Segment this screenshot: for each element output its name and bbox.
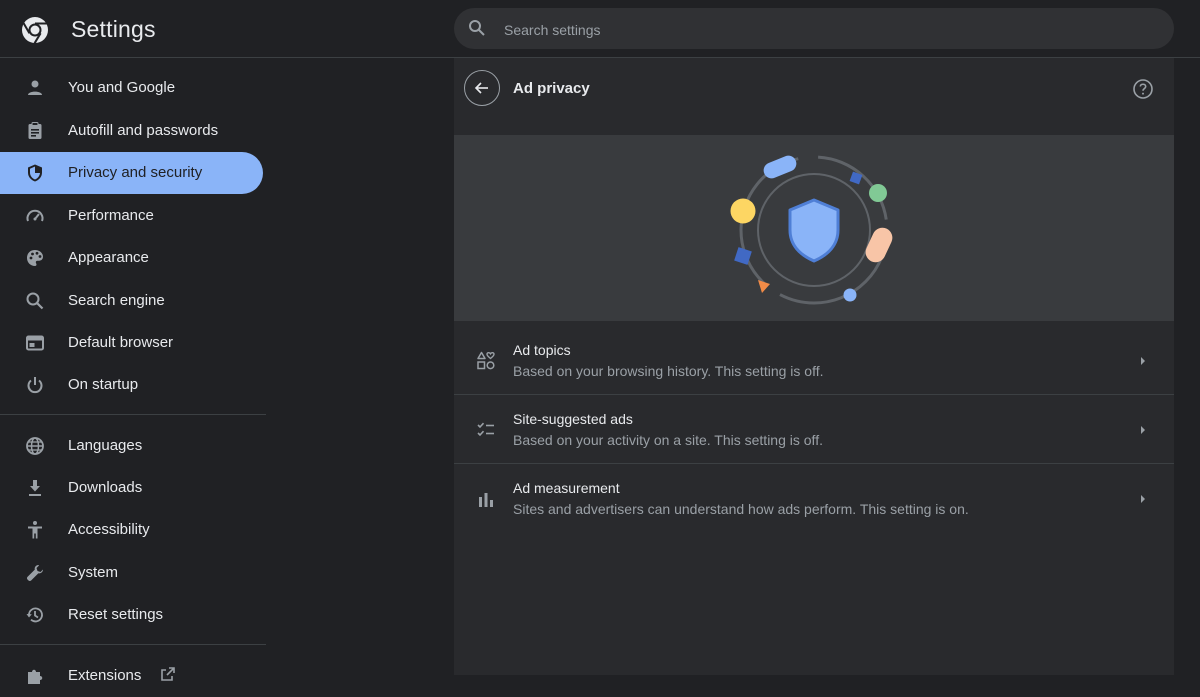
help-icon[interactable] [1132,78,1154,100]
ad-measurement-row[interactable]: Ad measurement Sites and advertisers can… [454,465,1174,533]
row-title: Site-suggested ads [513,411,633,427]
search-icon [26,292,44,310]
sidebar-divider [0,414,266,415]
sidebar-item-label: Autofill and passwords [68,122,219,139]
wrench-icon [26,565,43,582]
sidebar-item-label: You and Google [68,79,176,96]
header: Settings [0,0,1200,58]
speedometer-icon [26,209,44,222]
row-title: Ad topics [513,342,571,358]
sidebar-item-extensions[interactable]: Extensions [0,655,263,697]
chevron-right-icon [1141,495,1145,503]
sidebar-item-label: Search engine [68,292,165,309]
sidebar-divider [0,644,266,645]
sidebar-item-performance[interactable]: Performance [0,195,263,237]
row-subtitle: Based on your browsing history. This set… [513,363,824,379]
sidebar: You and Google Autofill and passwords Pr… [0,58,270,684]
shield-icon [28,164,42,182]
browser-window-icon [26,335,44,351]
power-icon [27,377,43,394]
row-subtitle: Sites and advertisers can understand how… [513,501,969,517]
ad-topics-row[interactable]: Ad topics Based on your browsing history… [454,327,1174,395]
globe-icon [26,437,44,455]
sidebar-item-privacy-and-security[interactable]: Privacy and security [0,152,263,194]
search-box[interactable] [454,8,1174,51]
sidebar-item-on-startup[interactable]: On startup [0,364,263,406]
sidebar-item-label: Downloads [68,479,143,496]
chrome-logo-icon [22,17,48,44]
history-icon [26,607,43,623]
sidebar-item-label: Appearance [68,249,149,266]
arrow-left-icon [474,82,488,94]
sidebar-item-label: Privacy and security [68,164,203,181]
ad-privacy-banner [454,135,1174,321]
sidebar-item-you-and-google[interactable]: You and Google [0,67,263,109]
site-suggested-ads-row[interactable]: Site-suggested ads Based on your activit… [454,396,1174,464]
sidebar-item-label: Languages [68,437,143,454]
accessibility-icon [28,521,42,539]
sidebar-item-default-browser[interactable]: Default browser [0,322,263,364]
sidebar-item-downloads[interactable]: Downloads [0,467,263,509]
sidebar-item-search-engine[interactable]: Search engine [0,280,263,322]
sidebar-item-system[interactable]: System [0,552,263,594]
checklist-icon [477,422,494,437]
ad-privacy-panel: Ad privacy Ad topics Based on your brows… [454,58,1174,675]
chevron-right-icon [1141,426,1145,434]
page-title: Ad privacy [513,80,590,97]
sidebar-item-label: Accessibility [68,521,150,538]
sidebar-item-autofill[interactable]: Autofill and passwords [0,110,263,152]
bar-chart-icon [479,493,493,507]
sidebar-item-label: System [68,564,119,581]
row-subtitle: Based on your activity on a site. This s… [513,432,823,448]
external-link-icon [161,667,175,681]
sidebar-item-label: Extensions [68,667,142,684]
chevron-right-icon [1141,357,1145,365]
app-title: Settings [71,16,156,42]
back-button[interactable] [464,70,500,106]
palette-icon [27,250,43,266]
search-icon [469,20,485,36]
topics-icon [477,351,495,370]
shield-illustration [730,155,893,305]
sidebar-item-reset-settings[interactable]: Reset settings [0,594,263,636]
search-input[interactable] [502,8,1156,51]
clipboard-icon [28,122,42,139]
sidebar-item-label: Reset settings [68,606,164,623]
sidebar-item-label: Performance [68,207,154,224]
sidebar-item-label: On startup [68,376,139,393]
row-title: Ad measurement [513,480,620,496]
sidebar-item-label: Default browser [68,334,174,351]
puzzle-icon [28,669,43,684]
sidebar-item-accessibility[interactable]: Accessibility [0,509,263,551]
sidebar-item-languages[interactable]: Languages [0,425,263,467]
download-icon [29,480,41,496]
sidebar-item-appearance[interactable]: Appearance [0,237,263,279]
person-icon [28,80,42,95]
